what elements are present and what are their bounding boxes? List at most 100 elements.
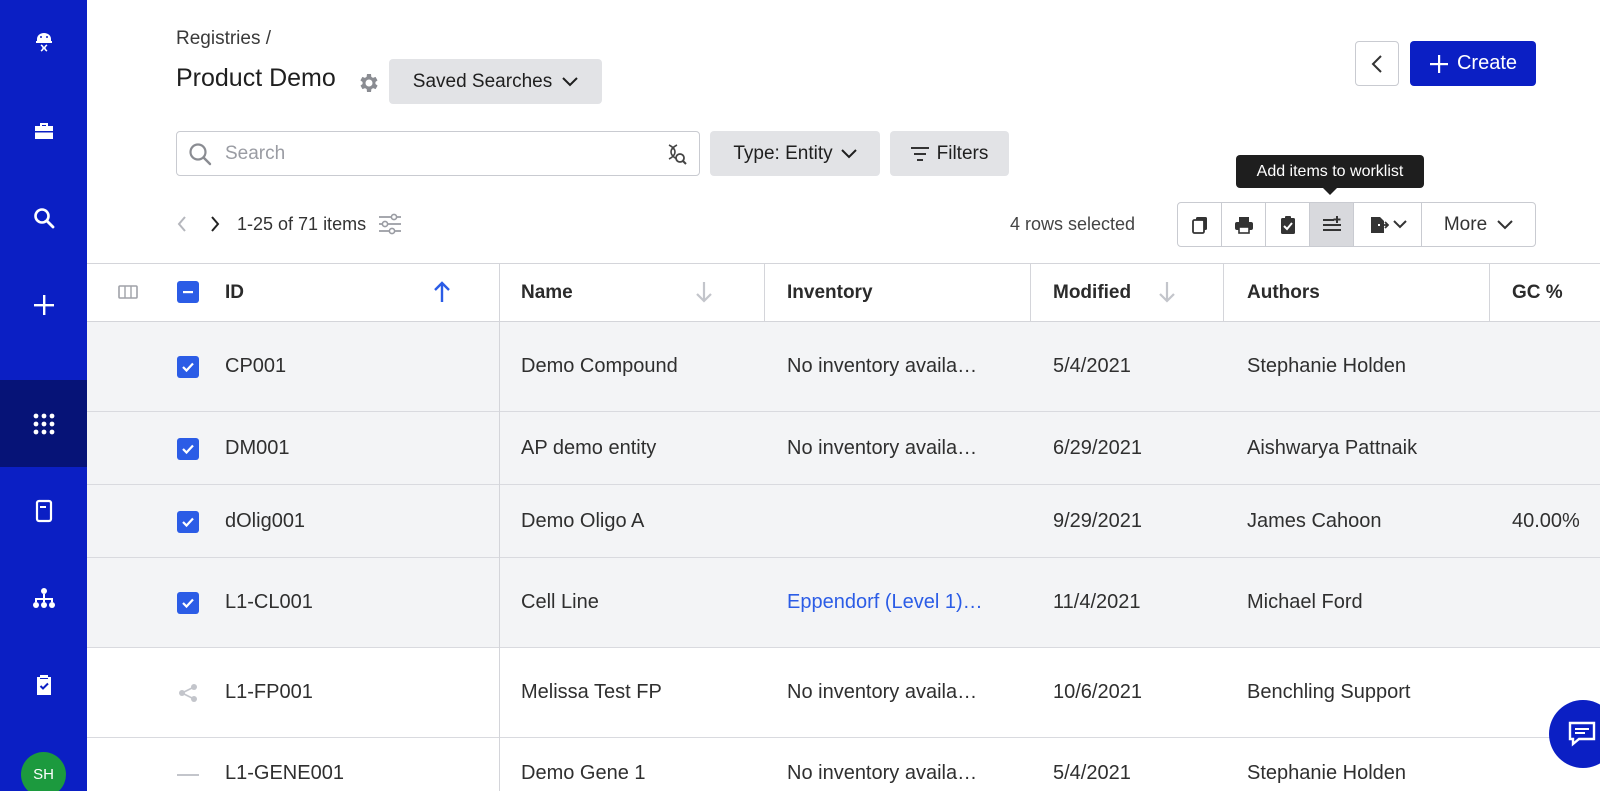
copy-button[interactable] bbox=[1178, 203, 1222, 246]
collapse-button[interactable] bbox=[1355, 41, 1399, 86]
clipboard-check-icon bbox=[36, 674, 51, 695]
cell-modified: 6/29/2021 bbox=[1053, 437, 1142, 459]
cell-name[interactable]: Demo Oligo A bbox=[521, 510, 644, 533]
cell-name[interactable]: Cell Line bbox=[521, 591, 599, 614]
bulk-actions-toolbar: More bbox=[1177, 202, 1536, 247]
cell-name[interactable]: Demo Gene 1 bbox=[521, 762, 646, 785]
column-divider[interactable] bbox=[1030, 264, 1031, 321]
sort-ascending-icon[interactable] bbox=[432, 280, 452, 304]
table-row[interactable]: L1-FP001 Melissa Test FP No inventory av… bbox=[87, 648, 1600, 738]
row-checkbox[interactable] bbox=[177, 592, 199, 614]
plus-icon bbox=[1429, 54, 1448, 73]
sidebar-item-projects[interactable] bbox=[0, 87, 87, 174]
row-checkbox[interactable] bbox=[177, 511, 199, 533]
cell-inventory[interactable]: No inventory availa… bbox=[787, 681, 977, 704]
cell-modified: 9/29/2021 bbox=[1053, 510, 1142, 532]
cell-inventory[interactable]: No inventory availa… bbox=[787, 437, 977, 460]
filters-button[interactable]: Filters bbox=[890, 131, 1009, 176]
chevron-left-icon bbox=[1371, 54, 1382, 73]
sidebar-logo[interactable] bbox=[0, 0, 87, 87]
column-divider[interactable] bbox=[499, 264, 500, 321]
row-checkbox[interactable] bbox=[177, 356, 199, 378]
cell-modified: 5/4/2021 bbox=[1053, 762, 1131, 784]
cell-id[interactable]: CP001 bbox=[225, 355, 286, 378]
cell-id[interactable]: L1-FP001 bbox=[225, 681, 313, 704]
column-header-authors[interactable]: Authors bbox=[1247, 264, 1320, 321]
select-all-checkbox[interactable] bbox=[177, 281, 199, 303]
saved-searches-button[interactable]: Saved Searches bbox=[389, 59, 602, 104]
column-header-name[interactable]: Name bbox=[521, 264, 573, 321]
dna-sequence-icon bbox=[177, 774, 199, 776]
table-row[interactable]: DM001 AP demo entity No inventory availa… bbox=[87, 412, 1600, 485]
sidebar-item-apps[interactable] bbox=[0, 380, 87, 467]
more-actions-button[interactable]: More bbox=[1422, 203, 1535, 246]
check-icon bbox=[182, 444, 194, 455]
cell-id[interactable]: DM001 bbox=[225, 437, 289, 460]
sidebar-item-hierarchy[interactable] bbox=[0, 554, 87, 641]
cell-authors: Stephanie Holden bbox=[1247, 762, 1407, 784]
check-icon bbox=[182, 598, 194, 609]
previous-page-button[interactable] bbox=[172, 212, 192, 236]
row-checkbox[interactable] bbox=[177, 438, 199, 460]
cell-gc: 40.00% bbox=[1512, 510, 1580, 532]
column-header-modified[interactable]: Modified bbox=[1053, 264, 1131, 321]
hierarchy-icon bbox=[32, 587, 55, 608]
tooltip: Add items to worklist bbox=[1236, 155, 1424, 195]
add-to-request-button[interactable] bbox=[1266, 203, 1310, 246]
cell-inventory[interactable]: No inventory availa… bbox=[787, 762, 977, 785]
column-header-gc[interactable]: GC % bbox=[1512, 264, 1563, 321]
cell-authors: Aishwarya Pattnaik bbox=[1247, 437, 1418, 459]
cell-name[interactable]: Demo Compound bbox=[521, 355, 678, 378]
sequence-search-icon[interactable] bbox=[665, 143, 687, 165]
chevron-down-icon bbox=[840, 148, 857, 158]
search-box bbox=[176, 131, 700, 176]
fusion-protein-icon bbox=[179, 684, 197, 702]
next-page-button[interactable] bbox=[205, 212, 225, 236]
cell-id[interactable]: L1-GENE001 bbox=[225, 762, 344, 785]
gear-icon[interactable] bbox=[356, 71, 380, 95]
cell-inventory-link[interactable]: Eppendorf (Level 1)… bbox=[787, 591, 983, 614]
chevron-right-icon bbox=[211, 216, 220, 232]
type-filter-button[interactable]: Type: Entity bbox=[710, 131, 880, 176]
table-row[interactable]: L1-CL001 Cell Line Eppendorf (Level 1)… … bbox=[87, 558, 1600, 648]
table-row[interactable]: L1-GENE001 Demo Gene 1 No inventory avai… bbox=[87, 738, 1600, 791]
cell-modified: 5/4/2021 bbox=[1053, 355, 1131, 377]
column-divider[interactable] bbox=[1223, 264, 1224, 321]
create-label: Create bbox=[1456, 52, 1518, 74]
cell-id[interactable]: dOlig001 bbox=[225, 510, 305, 533]
column-settings-icon[interactable] bbox=[377, 212, 403, 236]
create-button[interactable]: Create bbox=[1410, 41, 1536, 86]
logo-icon bbox=[35, 32, 52, 52]
filter-icon bbox=[910, 146, 929, 161]
column-divider[interactable] bbox=[1489, 264, 1490, 321]
cell-name[interactable]: Melissa Test FP bbox=[521, 681, 662, 704]
cell-name[interactable]: AP demo entity bbox=[521, 437, 656, 460]
cell-inventory[interactable]: No inventory availa… bbox=[787, 355, 977, 378]
breadcrumb[interactable]: Registries / bbox=[176, 28, 271, 50]
check-icon bbox=[182, 517, 194, 528]
sidebar-item-requests[interactable] bbox=[0, 641, 87, 728]
cell-id[interactable]: L1-CL001 bbox=[225, 591, 313, 614]
print-button[interactable] bbox=[1222, 203, 1266, 246]
sort-descending-icon[interactable] bbox=[1157, 280, 1177, 304]
cell-modified: 10/6/2021 bbox=[1053, 681, 1142, 703]
column-header-inventory[interactable]: Inventory bbox=[787, 264, 873, 321]
sidebar-item-create[interactable] bbox=[0, 261, 87, 348]
column-divider[interactable] bbox=[764, 264, 765, 321]
chat-icon bbox=[1568, 721, 1596, 747]
sort-descending-icon[interactable] bbox=[694, 280, 714, 304]
notebook-icon bbox=[35, 499, 52, 522]
table-row[interactable]: dOlig001 Demo Oligo A 9/29/2021 James Ca… bbox=[87, 485, 1600, 558]
cell-authors: Michael Ford bbox=[1247, 591, 1363, 613]
column-toggle-icon[interactable] bbox=[118, 285, 138, 299]
sidebar-item-notebook[interactable] bbox=[0, 467, 87, 554]
column-header-id[interactable]: ID bbox=[225, 264, 244, 321]
export-button[interactable] bbox=[1354, 203, 1422, 246]
rows-selected-count: 4 rows selected bbox=[1010, 214, 1136, 234]
add-to-worklist-button[interactable] bbox=[1310, 203, 1354, 246]
search-input[interactable] bbox=[225, 140, 625, 168]
sidebar-item-search[interactable] bbox=[0, 174, 87, 261]
add-to-worklist-icon bbox=[1322, 215, 1341, 231]
avatar[interactable]: SH bbox=[21, 752, 66, 791]
table-row[interactable]: CP001 Demo Compound No inventory availa…… bbox=[87, 322, 1600, 412]
